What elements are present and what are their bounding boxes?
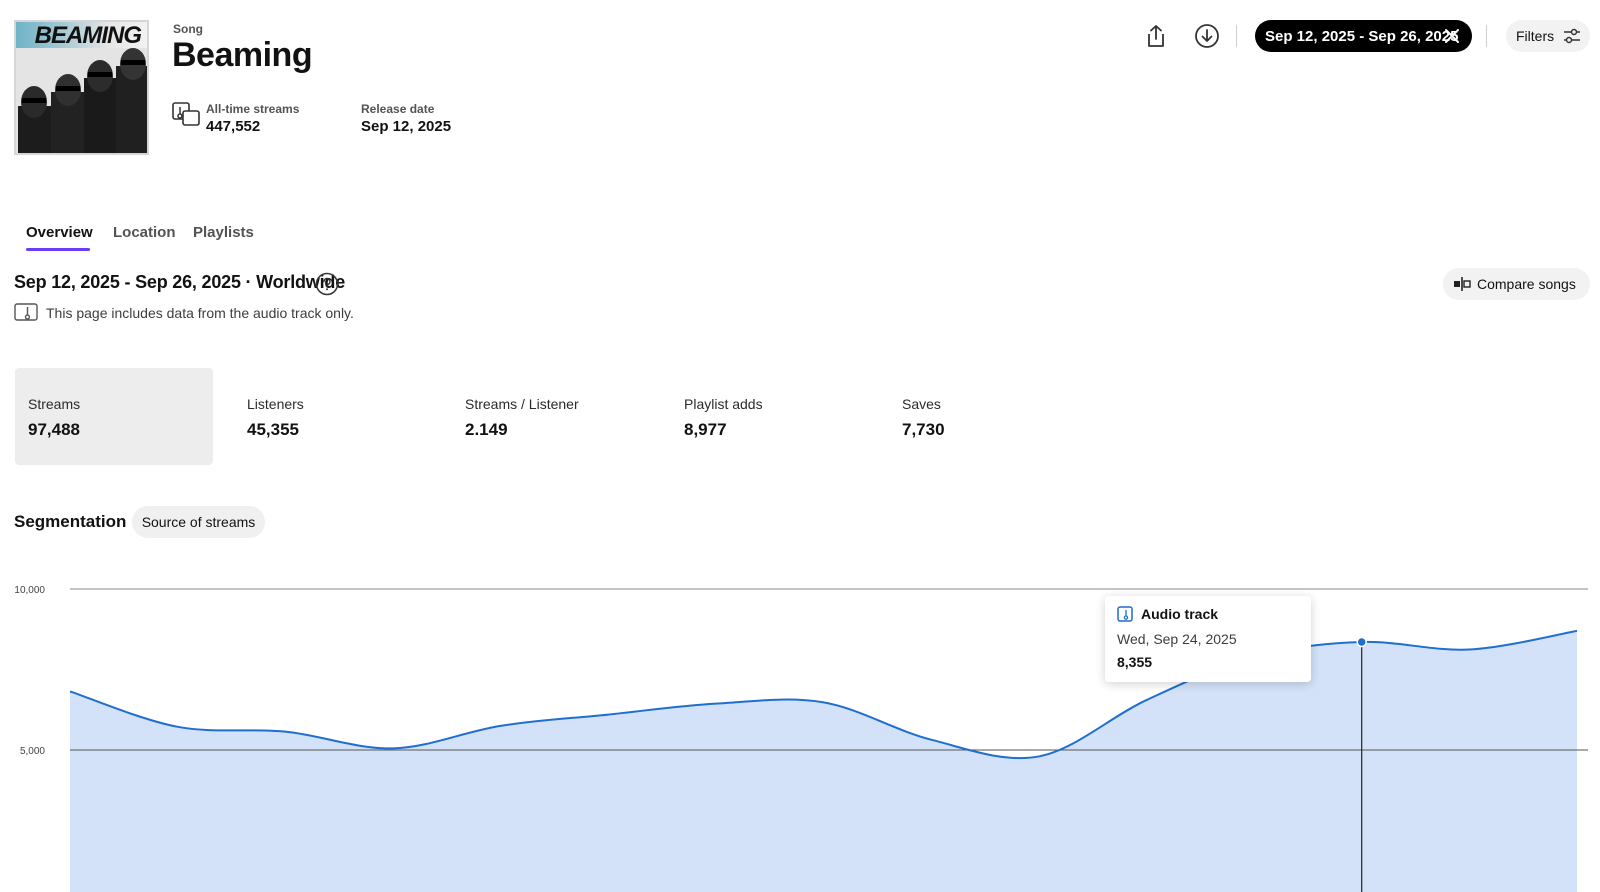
compare-songs-label: Compare songs (1477, 276, 1576, 292)
release-date-label: Release date (361, 102, 435, 116)
filters-label: Filters (1516, 28, 1555, 44)
chart-tooltip: Audio track Wed, Sep 24, 2025 8,355 (1105, 596, 1311, 682)
all-time-streams-label: All-time streams (206, 102, 300, 116)
streams-chart: 10,000 5,000 (14, 585, 1588, 892)
metric-listeners[interactable]: Listeners 45,355 (234, 368, 432, 465)
album-cover: BEAMING (14, 20, 149, 155)
hover-point (1356, 636, 1367, 648)
metric-playlist-adds[interactable]: Playlist adds 8,977 (671, 368, 869, 465)
tooltip-series: Audio track (1141, 606, 1219, 622)
tooltip-value: 8,355 (1117, 654, 1153, 670)
compare-songs-button[interactable]: Compare songs (1443, 268, 1590, 300)
metric-value: 2.149 (465, 420, 508, 439)
clear-date-icon[interactable] (1442, 26, 1462, 46)
audio-track-icon (1117, 606, 1133, 622)
song-title: Beaming (172, 36, 313, 74)
share-button[interactable] (1140, 20, 1172, 52)
compare-icon (1454, 277, 1471, 291)
tab-location[interactable]: Location (113, 224, 176, 241)
filters-button[interactable]: Filters (1506, 20, 1590, 52)
range-title: Sep 12, 2025 - Sep 26, 2025 · Worldwide (14, 272, 346, 292)
metric-value: 45,355 (247, 420, 299, 439)
toolbar-divider (1236, 25, 1237, 47)
release-date-value: Sep 12, 2025 (361, 118, 452, 135)
share-icon (1148, 25, 1164, 47)
streams-icon (172, 102, 200, 126)
cover-title: BEAMING (16, 22, 147, 49)
all-time-streams-value: 447,552 (206, 118, 261, 135)
metric-value: 8,977 (684, 420, 727, 439)
metric-streams[interactable]: Streams 97,488 (15, 368, 213, 465)
y-tick-label: 5,000 (20, 746, 45, 757)
audio-track-icon (14, 303, 38, 321)
download-icon (1195, 24, 1219, 48)
help-icon[interactable] (315, 272, 339, 296)
metric-label: Saves (902, 396, 941, 412)
metric-label: Playlist adds (684, 396, 763, 412)
source-of-streams-chip[interactable]: Source of streams (132, 506, 265, 538)
segmentation-label: Segmentation (14, 512, 127, 531)
metric-label: Streams (28, 396, 81, 412)
toolbar-divider (1486, 25, 1487, 47)
y-tick-label: 10,000 (14, 585, 45, 596)
download-button[interactable] (1191, 20, 1223, 52)
type-label: Song (173, 22, 203, 36)
metric-saves[interactable]: Saves 7,730 (889, 368, 1087, 465)
chart-area-fill (70, 630, 1577, 892)
metric-label: Listeners (247, 396, 304, 412)
date-range-pill[interactable]: Sep 12, 2025 - Sep 26, 2025 (1255, 20, 1472, 52)
audio-only-note: This page includes data from the audio t… (46, 305, 354, 321)
metric-value: 7,730 (902, 420, 945, 439)
sliders-icon (1564, 28, 1580, 44)
metric-streams-per-listener[interactable]: Streams / Listener 2.149 (452, 368, 650, 465)
metric-value: 97,488 (28, 420, 80, 439)
tab-overview[interactable]: Overview (26, 224, 93, 241)
tooltip-date: Wed, Sep 24, 2025 (1117, 631, 1237, 647)
cover-artwork (16, 48, 147, 153)
metric-label: Streams / Listener (465, 396, 579, 412)
date-range-text: Sep 12, 2025 - Sep 26, 2025 (1265, 27, 1459, 45)
active-tab-indicator (26, 248, 90, 251)
tab-playlists[interactable]: Playlists (193, 224, 254, 241)
